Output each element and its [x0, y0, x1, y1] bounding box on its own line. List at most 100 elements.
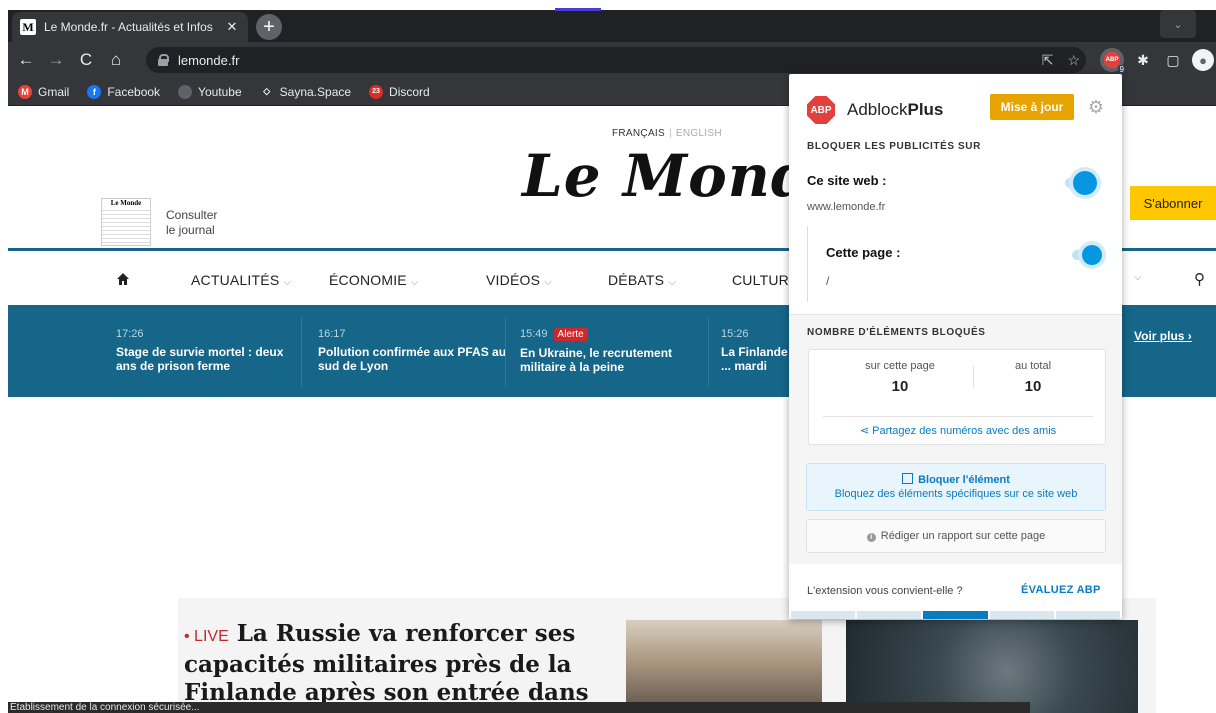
count-section-title: NOMBRE D'ÉLÉMENTS BLOQUÉS [807, 327, 986, 338]
bottom-tab[interactable] [989, 611, 1054, 619]
share-icon: ⋖ [859, 425, 870, 437]
journal-thumbnail[interactable]: Le Monde [101, 198, 151, 246]
breaking-item[interactable]: 15:26 La Finlande ... mardi [721, 327, 791, 373]
live-tag: • LIVE [184, 628, 229, 645]
report-button[interactable]: i Rédiger un rapport sur cette page [806, 519, 1106, 553]
new-tab-button[interactable]: + [256, 14, 282, 40]
lemonde-favicon-icon: M [20, 19, 36, 35]
extensions-area: ABP 9 ✱ ▢ ● [1100, 46, 1214, 74]
lang-fr-link[interactable]: FRANÇAIS [612, 128, 665, 139]
status-bar: Établissement de la connexion sécurisée.… [8, 702, 1030, 713]
bookmark-star-icon[interactable]: ☆ [1067, 52, 1080, 69]
breaking-item[interactable]: 17:26 Stage de survie mortel : deux ans … [116, 327, 306, 373]
address-bar[interactable]: lemonde.fr ⇱ ☆ [146, 47, 1086, 73]
page-toggle-block: Cette page : / [807, 226, 1122, 302]
brand-bold: Plus [907, 100, 944, 119]
lock-icon[interactable] [158, 54, 169, 66]
accent-line [555, 8, 601, 11]
bookmark-facebook[interactable]: f Facebook [87, 84, 160, 99]
nav-label: ÉCONOMIE [329, 272, 407, 288]
journal-thumb-head: Le Monde [102, 199, 150, 207]
consulter-line2: le journal [166, 223, 215, 237]
breaking-title: La Finlande ... mardi [721, 345, 788, 373]
home-icon[interactable]: ⌂ [104, 48, 128, 72]
reload-icon[interactable]: C [74, 48, 98, 72]
breaking-item[interactable]: 15:49 Alerte En Ukraine, le recrutement m… [520, 327, 710, 374]
nav-economie[interactable]: ÉCONOMIE ⌵ [329, 272, 419, 288]
share-link[interactable]: ⋖ Partagez des numéros avec des amis [809, 424, 1107, 437]
lead-article-title[interactable]: • LIVE La Russie va renforcer ses capaci… [184, 620, 614, 707]
consulter-journal-link[interactable]: Consulter le journal [166, 208, 217, 238]
bookmark-sayna[interactable]: ◇ Sayna.Space [259, 84, 352, 99]
close-icon[interactable]: ✕ [224, 19, 240, 35]
browser-toolbar: ← → C ⌂ lemonde.fr ⇱ ☆ ABP 9 ✱ ▢ ● [8, 42, 1216, 78]
rate-abp-link[interactable]: ÉVALUEZ ABP [1021, 584, 1101, 596]
breaking-item[interactable]: 16:17 Pollution confirmée aux PFAS au su… [318, 327, 508, 373]
globe-icon [178, 84, 193, 99]
block-section-title: BLOQUER LES PUBLICITÉS SUR [807, 141, 981, 152]
nav-debats[interactable]: DÉBATS ⌵ [608, 272, 676, 288]
puzzle-extensions-icon[interactable]: ✱ [1132, 49, 1154, 71]
block-element-title-wrap: Bloquer l'élément [807, 473, 1105, 486]
abp-badge-count: 9 [1117, 65, 1126, 74]
voir-plus-label: Voir plus [1134, 329, 1185, 343]
share-text: Partagez des numéros avec des amis [872, 425, 1057, 437]
share-divider [823, 416, 1093, 417]
lang-en-link[interactable]: ENGLISH [676, 128, 722, 139]
page-toggle[interactable] [1072, 245, 1102, 265]
gmail-icon: M [18, 84, 32, 99]
share-icon[interactable]: ⇱ [1042, 52, 1054, 69]
browser-tab[interactable]: M Le Monde.fr - Actualités et Infos ✕ [12, 12, 248, 42]
bookmark-label: Sayna.Space [279, 84, 352, 99]
nav-videos[interactable]: VIDÉOS ⌵ [486, 272, 552, 288]
tab-title: Le Monde.fr - Actualités et Infos [44, 20, 213, 34]
search-icon[interactable]: ⚲ [1194, 270, 1205, 288]
stats-card: sur cette page 10 au total 10 ⋖ Partagez… [808, 349, 1106, 445]
breaking-time: 15:49 [520, 328, 548, 340]
popup-bottom-tabs [789, 611, 1122, 619]
abp-brand: AdblockPlus [847, 100, 943, 120]
toggle-knob [1073, 171, 1097, 195]
abp-extension-button[interactable]: ABP 9 [1100, 48, 1126, 74]
article-photo[interactable] [846, 620, 1138, 713]
back-arrow-icon[interactable]: ← [14, 48, 38, 72]
chevron-down-icon: ⌵ [668, 277, 677, 288]
update-button[interactable]: Mise à jour [990, 94, 1074, 120]
bottom-tab[interactable] [791, 611, 856, 619]
side-panel-icon[interactable]: ▢ [1162, 49, 1184, 71]
stat-label: au total [1014, 360, 1052, 372]
stat-value: 10 [1024, 378, 1042, 395]
bookmark-gmail[interactable]: M Gmail [18, 84, 69, 99]
bottom-tab-active[interactable] [923, 611, 988, 619]
bookmark-youtube[interactable]: Youtube [178, 84, 242, 99]
bookmark-discord[interactable]: 23 Discord [369, 84, 430, 99]
stat-page: sur cette page 10 [840, 360, 960, 395]
site-toggle[interactable] [1065, 171, 1097, 195]
lead-title-text: La Russie va renforcer ses capacités mil… [184, 620, 589, 706]
chevron-down-icon: ⌵ [544, 277, 552, 288]
breaking-divider [708, 317, 709, 387]
toggle-knob [1082, 245, 1102, 265]
gear-icon[interactable]: ⚙ [1086, 97, 1106, 117]
page-toggle-label: Cette page : [826, 245, 901, 260]
discord-icon: 23 [369, 84, 384, 99]
alert-badge: Alerte [553, 328, 588, 341]
subscribe-button[interactable]: S'abonner [1130, 186, 1216, 220]
bottom-tab[interactable] [1055, 611, 1121, 619]
bookmark-label: Youtube [198, 84, 242, 99]
site-toggle-label: Ce site web : [807, 173, 887, 188]
page-path: / [826, 274, 830, 288]
info-icon: i [866, 533, 876, 542]
chevron-down-icon[interactable]: ⌵ [1134, 272, 1142, 283]
tab-search-button[interactable]: ⌄ [1160, 10, 1196, 38]
nav-actualites[interactable]: ACTUALITÉS ⌵ [191, 272, 291, 288]
home-icon[interactable] [116, 272, 130, 286]
voir-plus-link[interactable]: Voir plus › [1134, 329, 1192, 343]
block-element-button[interactable]: Bloquer l'élément Bloquez des éléments s… [806, 463, 1106, 511]
chevron-down-icon: ⌵ [410, 277, 419, 288]
bottom-tab[interactable] [857, 611, 922, 619]
profile-avatar-icon[interactable]: ● [1192, 49, 1214, 71]
abp-popup: ABP AdblockPlus Mise à jour ⚙ BLOQUER LE… [789, 74, 1122, 619]
forward-arrow-icon[interactable]: → [44, 48, 68, 72]
article-photo[interactable] [626, 620, 822, 713]
